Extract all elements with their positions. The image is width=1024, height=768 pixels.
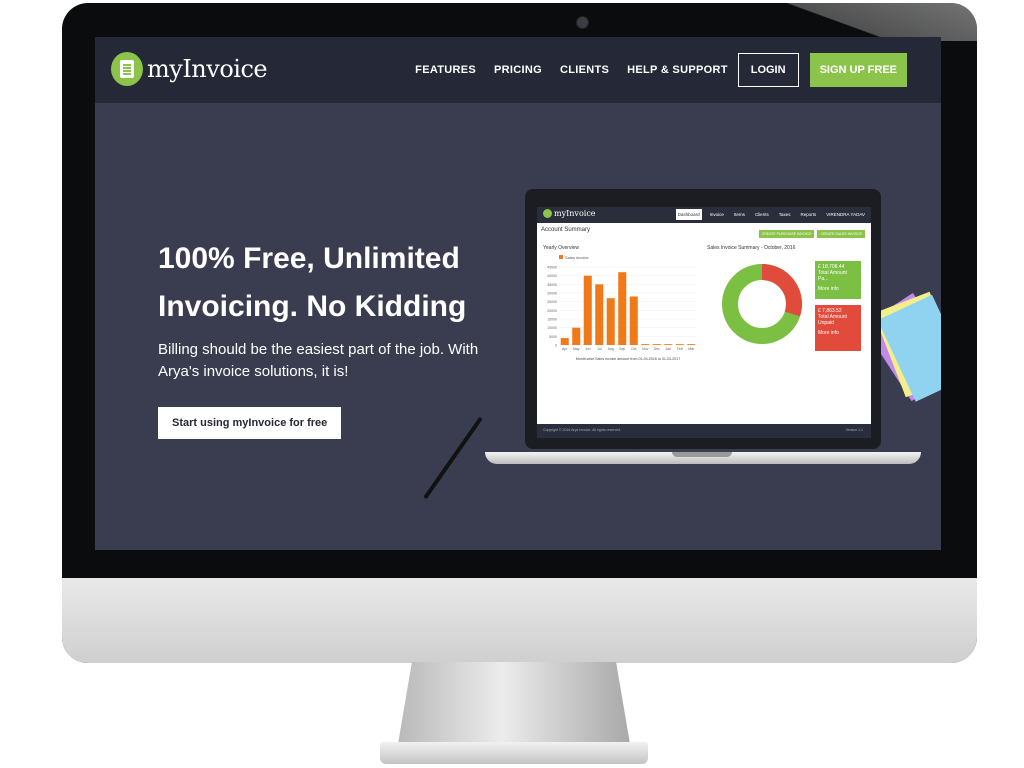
x-tick-label: Aug [608,347,614,351]
nav-links: FEATURES PRICING CLIENTS HELP & SUPPORT … [397,53,907,87]
signup-button[interactable]: SIGN UP FREE [809,53,907,87]
hero-title: 100% Free, Unlimited Invoicing. No Kiddi… [158,242,467,323]
preview-tab-reports: Reports [800,212,817,217]
camera-icon [576,16,589,29]
chart-caption: Month-wise Sales invoice amount from 01-… [576,357,680,361]
preview-tab-dashboard: Dashboard [675,209,702,220]
legend-swatch [559,255,563,259]
stat-unpaid-link: More info [818,330,839,336]
stat-unpaid-label: Total Amount Unpaid [818,314,847,326]
pen-decoration [423,416,483,500]
sales-donut-chart [722,264,802,344]
preview-yearly-heading: Yearly Overview [543,245,579,251]
nav-help-support[interactable]: HELP & SUPPORT [627,64,728,76]
preview-tabs: Dashboard Invoice Items Clients Taxes Re… [675,209,867,220]
stat-unpaid: £ 7,863.52 Total Amount Unpaid More info [815,305,861,351]
x-tick-label: Sep [619,347,625,351]
preview-tab-taxes: Taxes [778,212,791,217]
x-tick-label: May [573,347,580,351]
bar-feb [675,344,684,345]
preview-nav: myInvoice Dashboard Invoice Items Client… [537,207,871,223]
y-tick-label: 30000 [547,292,557,296]
x-tick-label: Jul [597,347,602,351]
invoice-logo-icon [111,52,143,86]
preview-logo-icon [543,209,552,218]
laptop-notch [672,452,732,457]
x-tick-label: Dec [654,347,660,351]
laptop-mockup: myInvoice Dashboard Invoice Items Client… [525,189,881,449]
preview-logo: myInvoice [543,209,596,218]
stat-total-label: Total Amount Pa... [818,270,847,282]
bar-may [572,327,581,345]
preview-actions: CREATE PURCHASE INVOICE CREATE SALES INV… [758,230,865,238]
x-tick-label: Oct [631,347,636,351]
bar-aug [606,298,615,345]
imac-stand-base [380,742,648,764]
preview-app-name: myInvoice [554,209,596,218]
preview-sales-summary-heading: Sales Invoice Summary - October, 2016 [707,245,796,251]
y-tick-label: 45000 [547,266,557,270]
x-tick-label: Jan [665,347,671,351]
brand-name: myInvoice [147,55,268,83]
x-tick-label: Feb [677,347,683,351]
screen-glare [767,3,977,41]
bar-dec [652,344,661,345]
bar-jun [583,275,592,345]
legend-label: Sales invoice [565,255,589,260]
y-tick-label: 10000 [547,326,557,330]
website-screen: myInvoice FEATURES PRICING CLIENTS HELP … [95,37,941,550]
bar-apr [560,338,569,345]
y-tick-label: 15000 [547,318,557,322]
preview-version: Version 1.1 [845,428,863,432]
stat-total-link: More info [818,286,839,292]
login-button[interactable]: LOGIN [737,53,799,87]
bar-mar [687,344,696,345]
bar-jan [664,344,673,345]
bar-sep [618,272,627,345]
y-tick-label: 0 [555,344,557,348]
preview-tab-items: Items [733,212,745,217]
y-tick-label: 5000 [549,335,557,339]
y-tick-label: 20000 [547,309,557,313]
dashboard-preview: myInvoice Dashboard Invoice Items Client… [537,207,871,438]
yearly-bar-chart: Sales invoice 0 5000 10000 15000 20000 25000 30… [547,255,697,361]
x-tick-label: Jun [585,347,591,351]
hero-subtitle: Billing should be the easiest part of th… [158,341,479,380]
stat-total-paid: £ 18,708.44 Total Amount Pa... More info [815,261,861,299]
y-tick-label: 35000 [547,283,557,287]
bar-nov [641,344,650,345]
y-tick-label: 40000 [547,274,557,278]
bar-jul [595,284,604,345]
preview-tab-clients: Clients [754,212,769,217]
start-free-button[interactable]: Start using myInvoice for free [158,407,342,439]
preview-tab-invoice: Invoice [709,212,724,217]
top-navigation: myInvoice FEATURES PRICING CLIENTS HELP … [95,37,941,103]
nav-clients[interactable]: CLIENTS [560,64,609,76]
preview-copyright: Copyright © 2016 Arya Invoice. All right… [543,428,622,432]
preview-create-purchase: CREATE PURCHASE INVOICE [758,230,815,238]
preview-footer: Copyright © 2016 Arya Invoice. All right… [537,424,871,438]
brand-logo[interactable]: myInvoice [111,52,268,86]
nav-pricing[interactable]: PRICING [494,64,542,76]
x-tick-label: Apr [562,347,568,351]
bar-oct [629,296,638,345]
y-tick-label: 25000 [547,300,557,304]
preview-user: VIRENDRA YADAV [826,212,865,217]
imac-chin [62,578,977,663]
imac-stand [398,662,630,744]
preview-create-sales: CREATE SALES INVOICE [817,230,865,238]
x-tick-label: Nov [642,347,648,351]
x-tick-label: Mar [688,347,695,351]
nav-features[interactable]: FEATURES [415,64,476,76]
